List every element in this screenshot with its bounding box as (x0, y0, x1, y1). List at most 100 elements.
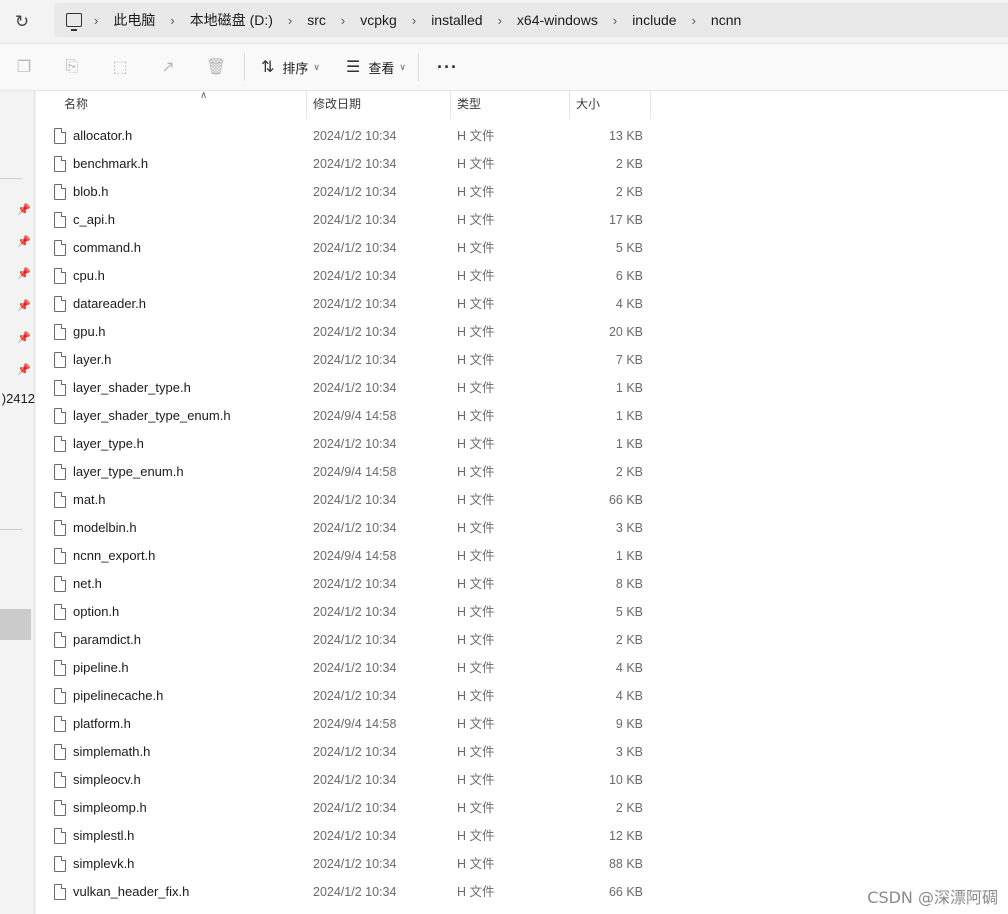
file-row[interactable]: pipeline.h 2024/1/2 10:34 H 文件 4 KB (36, 654, 1008, 682)
file-row[interactable]: cpu.h 2024/1/2 10:34 H 文件 6 KB (36, 262, 1008, 290)
file-row[interactable]: benchmark.h 2024/1/2 10:34 H 文件 2 KB (36, 150, 1008, 178)
file-row[interactable]: simplevk.h 2024/1/2 10:34 H 文件 88 KB (36, 850, 1008, 878)
file-icon (54, 296, 66, 312)
file-name: option.h (73, 604, 120, 619)
file-size: 88 KB (608, 857, 643, 871)
file-modified-date: 2024/1/2 10:34 (313, 381, 397, 395)
file-size: 1 KB (615, 549, 643, 563)
file-row[interactable]: vulkan_header_fix.h 2024/1/2 10:34 H 文件 66 … (36, 878, 1008, 906)
file-row[interactable]: layer_shader_type_enum.h 2024/9/4 14:58 H … (36, 402, 1008, 430)
column-header-name[interactable]: ∧ 名称 (58, 90, 307, 119)
file-row[interactable]: mat.h 2024/1/2 10:34 H 文件 66 KB (36, 486, 1008, 514)
file-modified-date: 2024/1/2 10:34 (313, 437, 397, 451)
chevron-right-icon[interactable]: › (280, 13, 300, 28)
file-name: platform.h (73, 716, 131, 731)
chevron-right-icon[interactable]: › (86, 13, 106, 28)
file-modified-date: 2024/1/2 10:34 (313, 745, 397, 759)
column-header-date[interactable]: 修改日期 (307, 91, 451, 119)
file-row[interactable]: simplestl.h 2024/1/2 10:34 H 文件 12 KB (36, 822, 1008, 850)
column-header-type[interactable]: 类型 (451, 91, 570, 119)
file-modified-date: 2024/1/2 10:34 (313, 773, 397, 787)
file-row[interactable]: modelbin.h 2024/1/2 10:34 H 文件 3 KB (36, 514, 1008, 542)
pin-icon[interactable]: 📌 (17, 267, 31, 280)
breadcrumb-ncnn[interactable]: ncnn (704, 12, 748, 28)
breadcrumb-include[interactable]: include (625, 12, 683, 28)
file-icon (54, 604, 66, 620)
nav-item-label[interactable]: 2412( (0, 391, 35, 406)
rename-icon[interactable]: ⬚ (104, 51, 136, 83)
file-name: ncnn_export.h (73, 548, 156, 563)
file-list: allocator.h 2024/1/2 10:34 H 文件 13 KB benchm… (36, 122, 1008, 906)
pin-icon[interactable]: 📌 (17, 235, 31, 248)
file-icon (54, 688, 66, 704)
chevron-right-icon[interactable]: › (684, 13, 704, 28)
file-row[interactable]: layer.h 2024/1/2 10:34 H 文件 7 KB (36, 346, 1008, 374)
pin-icon[interactable]: 📌 (17, 203, 31, 216)
file-row[interactable]: option.h 2024/1/2 10:34 H 文件 5 KB (36, 598, 1008, 626)
copy-icon[interactable]: ❐ (8, 51, 40, 83)
file-row[interactable]: ncnn_export.h 2024/9/4 14:58 H 文件 1 KB (36, 542, 1008, 570)
view-button[interactable]: ☰ 查看 ∨ (336, 51, 416, 83)
file-size: 13 KB (608, 129, 643, 143)
breadcrumb-src[interactable]: src (300, 12, 333, 28)
file-row[interactable]: layer_type.h 2024/1/2 10:34 H 文件 1 KB (36, 430, 1008, 458)
file-row[interactable]: layer_type_enum.h 2024/9/4 14:58 H 文件 2 KB (36, 458, 1008, 486)
file-row[interactable]: datareader.h 2024/1/2 10:34 H 文件 4 KB (36, 290, 1008, 318)
file-size: 9 KB (615, 717, 643, 731)
file-size: 5 KB (615, 605, 643, 619)
view-icon: ☰ (346, 59, 361, 76)
pin-icon[interactable]: 📌 (17, 363, 31, 376)
refresh-button[interactable]: ↻ (0, 4, 44, 40)
file-modified-date: 2024/1/2 10:34 (313, 661, 397, 675)
pin-icon[interactable]: 📌 (17, 331, 31, 344)
file-row[interactable]: gpu.h 2024/1/2 10:34 H 文件 20 KB (36, 318, 1008, 346)
file-row[interactable]: allocator.h 2024/1/2 10:34 H 文件 13 KB (36, 122, 1008, 150)
file-explorer-window: ↻ › 此电脑 › 本地磁盘 (D:) › src › vcpkg › inst… (0, 0, 1008, 914)
this-pc-icon[interactable] (66, 13, 82, 31)
breadcrumb-x64-windows[interactable]: x64-windows (510, 12, 605, 28)
file-row[interactable]: platform.h 2024/9/4 14:58 H 文件 9 KB (36, 710, 1008, 738)
column-header-name-label: 名称 (64, 97, 89, 111)
paste-icon[interactable]: ⎘ (56, 51, 88, 83)
file-row[interactable]: pipelinecache.h 2024/1/2 10:34 H 文件 4 KB (36, 682, 1008, 710)
share-icon[interactable]: ↗ (152, 51, 184, 83)
file-row[interactable]: c_api.h 2024/1/2 10:34 H 文件 17 KB (36, 206, 1008, 234)
file-name: datareader.h (73, 296, 147, 311)
breadcrumb-installed[interactable]: installed (424, 12, 489, 28)
delete-icon[interactable]: 🗑 (200, 51, 232, 83)
chevron-right-icon[interactable]: › (333, 13, 353, 28)
file-size: 1 KB (615, 381, 643, 395)
file-modified-date: 2024/9/4 14:58 (313, 549, 397, 563)
file-modified-date: 2024/1/2 10:34 (313, 689, 397, 703)
sort-button[interactable]: ⇅ 排序 ∨ (251, 51, 330, 83)
breadcrumb[interactable]: › 此电脑 › 本地磁盘 (D:) › src › vcpkg › instal… (54, 3, 1008, 37)
file-row[interactable]: simplemath.h 2024/1/2 10:34 H 文件 3 KB (36, 738, 1008, 766)
breadcrumb-vcpkg[interactable]: vcpkg (353, 12, 404, 28)
more-options-button[interactable]: ··· (425, 57, 470, 78)
file-row[interactable]: blob.h 2024/1/2 10:34 H 文件 2 KB (36, 178, 1008, 206)
chevron-right-icon[interactable]: › (404, 13, 424, 28)
file-name: simplemath.h (73, 744, 151, 759)
file-name: layer_type_enum.h (73, 464, 184, 479)
breadcrumb-drive-d[interactable]: 本地磁盘 (D:) (183, 10, 280, 30)
column-header-size[interactable]: 大小 (570, 91, 651, 119)
file-name: command.h (73, 240, 141, 255)
chevron-right-icon[interactable]: › (490, 13, 510, 28)
nav-item-selected[interactable] (0, 609, 31, 640)
file-row[interactable]: simpleomp.h 2024/1/2 10:34 H 文件 2 KB (36, 794, 1008, 822)
chevron-right-icon[interactable]: › (605, 13, 625, 28)
file-row[interactable]: layer_shader_type.h 2024/1/2 10:34 H 文件 1 K… (36, 374, 1008, 402)
file-row[interactable]: command.h 2024/1/2 10:34 H 文件 5 KB (36, 234, 1008, 262)
chevron-right-icon[interactable]: › (162, 13, 182, 28)
file-type: H 文件 (457, 633, 495, 647)
file-row[interactable]: paramdict.h 2024/1/2 10:34 H 文件 2 KB (36, 626, 1008, 654)
breadcrumb-this-pc[interactable]: 此电脑 (106, 10, 162, 30)
file-row[interactable]: simpleocv.h 2024/1/2 10:34 H 文件 10 KB (36, 766, 1008, 794)
view-label: 查看 (368, 60, 395, 76)
file-size: 12 KB (608, 829, 643, 843)
column-header-type-label: 类型 (457, 97, 482, 111)
pin-icon[interactable]: 📌 (17, 299, 31, 312)
file-size: 4 KB (615, 689, 643, 703)
file-icon (54, 548, 66, 564)
file-row[interactable]: net.h 2024/1/2 10:34 H 文件 8 KB (36, 570, 1008, 598)
